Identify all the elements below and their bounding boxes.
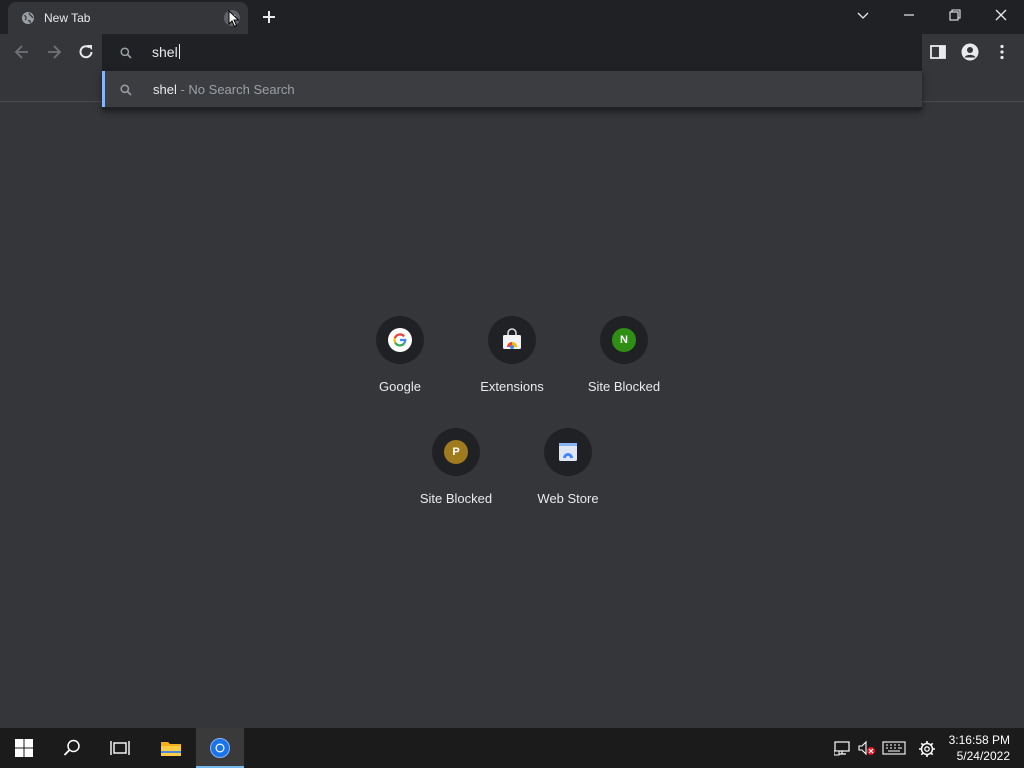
clock-date: 5/24/2022 — [956, 749, 1010, 763]
side-panel-icon[interactable] — [926, 40, 950, 64]
google-icon — [388, 328, 412, 352]
title-bar: New Tab — [0, 0, 1024, 34]
clock-time: 3:16:58 PM — [948, 733, 1010, 747]
tab-search-button[interactable] — [840, 0, 886, 30]
back-button[interactable] — [10, 40, 34, 64]
shortcut-extensions[interactable]: Extensions — [456, 316, 568, 428]
letter-n-icon: N — [612, 328, 636, 352]
system-clock[interactable]: 3:16:58 PM 5/24/2022 — [949, 732, 1010, 764]
shortcut-label: Site Blocked — [587, 379, 661, 394]
text-caret — [178, 44, 180, 59]
close-button[interactable] — [978, 0, 1024, 30]
shortcut-icon-circle — [488, 316, 536, 364]
shortcut-icon-circle: P — [432, 428, 480, 476]
taskbar: 3:16:58 PM 5/24/2022 — [0, 728, 1024, 768]
search-icon — [120, 46, 132, 64]
shortcut-label: Web Store — [537, 491, 599, 506]
shortcut-icon-circle: N — [600, 316, 648, 364]
omnibox-suggestions: shel - No Search Search — [102, 70, 922, 110]
reload-button[interactable] — [74, 40, 98, 64]
menu-dots-icon[interactable] — [990, 40, 1014, 64]
shortcut-icon-circle — [376, 316, 424, 364]
address-input[interactable]: shel — [152, 44, 180, 60]
shortcut-label: Google — [379, 379, 421, 394]
suggestion-query: shel — [153, 82, 177, 97]
globe-icon — [21, 11, 35, 25]
chrome-webstore-icon — [556, 440, 580, 464]
suggestion-text: shel - No Search Search — [153, 82, 295, 97]
tab-new-tab[interactable]: New Tab — [8, 2, 248, 34]
suggestion-description: No Search Search — [188, 82, 295, 97]
network-icon[interactable] — [833, 740, 852, 761]
forward-button[interactable] — [42, 40, 66, 64]
shortcut-web-store[interactable]: Web Store — [512, 428, 624, 540]
chrome-taskbar-icon[interactable] — [196, 728, 244, 768]
letter-p-icon: P — [444, 440, 468, 464]
mouse-pointer-icon — [228, 9, 240, 33]
profile-avatar-icon[interactable] — [958, 40, 982, 64]
shortcut-google[interactable]: Google — [344, 316, 456, 428]
shortcut-label: Extensions — [480, 379, 544, 394]
shortcut-icon-circle — [544, 428, 592, 476]
shortcut-site-blocked-p[interactable]: P Site Blocked — [400, 428, 512, 540]
task-view-button[interactable] — [96, 728, 144, 768]
new-tab-button[interactable] — [258, 6, 280, 28]
keyboard-icon[interactable] — [882, 740, 906, 761]
suggestion-separator: - — [176, 82, 189, 97]
tab-title: New Tab — [44, 11, 91, 25]
shortcut-label: Site Blocked — [419, 491, 493, 506]
settings-gear-icon[interactable] — [918, 740, 936, 763]
volume-muted-icon[interactable] — [858, 740, 876, 761]
shortcut-site-blocked-n[interactable]: N Site Blocked — [568, 316, 680, 428]
search-button[interactable] — [48, 728, 96, 768]
file-explorer-icon[interactable] — [146, 728, 194, 768]
search-icon — [120, 83, 132, 101]
suggestion-row[interactable]: shel - No Search Search — [102, 71, 922, 107]
minimize-button[interactable] — [886, 0, 932, 30]
restore-button[interactable] — [932, 0, 978, 30]
chrome-webstore-icon — [500, 328, 524, 352]
windows-start-button[interactable] — [0, 728, 48, 768]
address-bar[interactable]: shel — [102, 34, 922, 70]
